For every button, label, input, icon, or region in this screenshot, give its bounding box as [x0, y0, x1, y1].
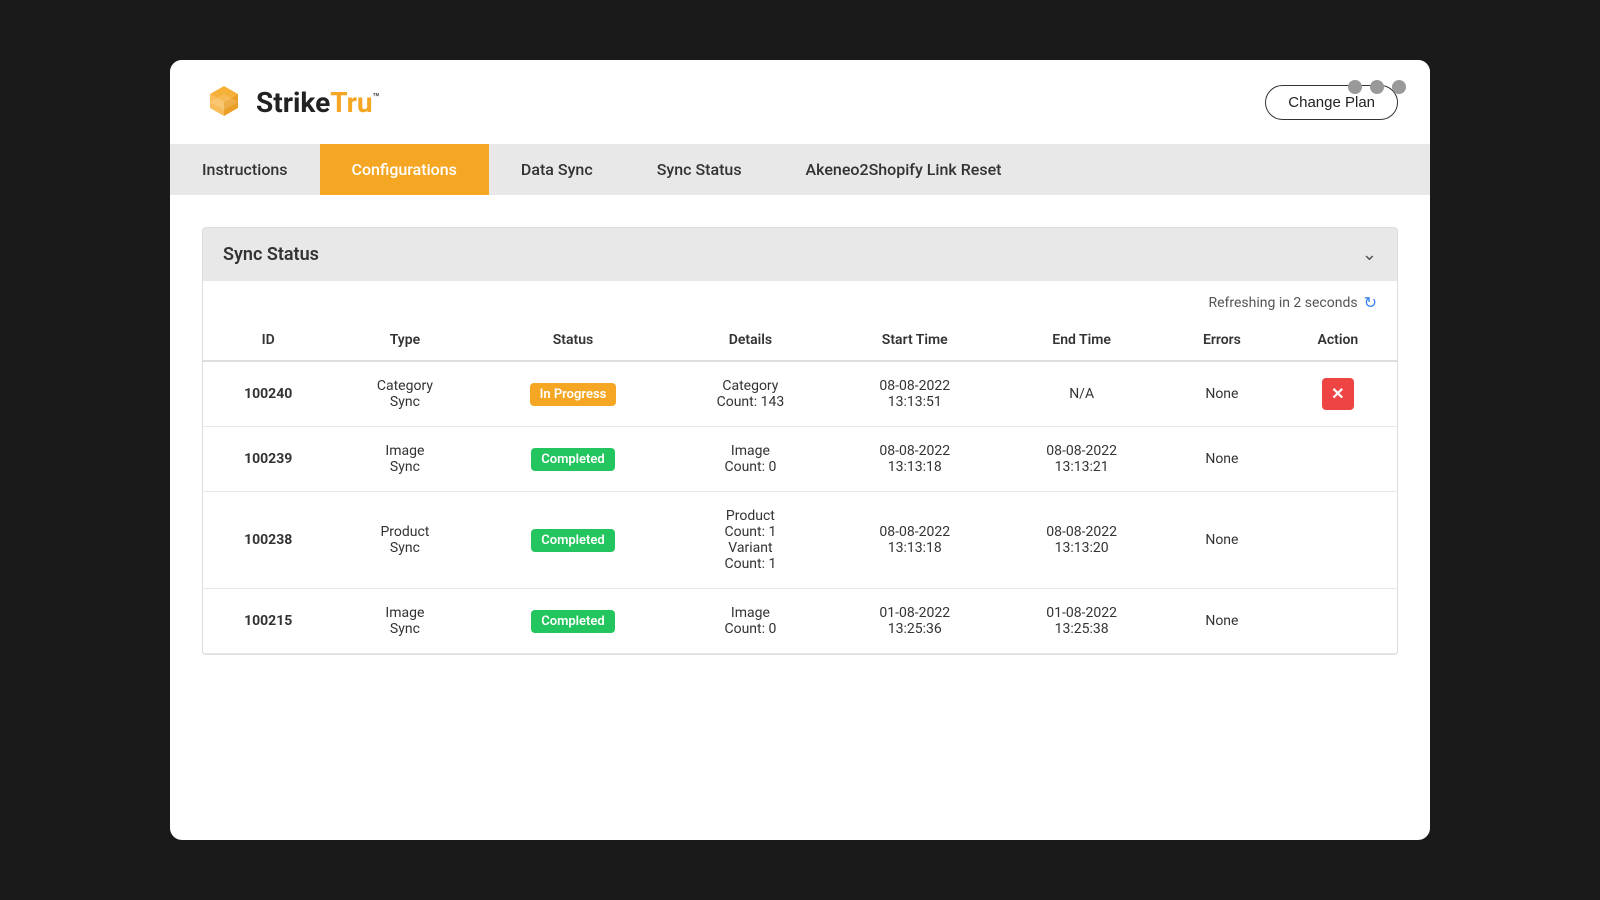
- cell-id: 100238: [203, 492, 333, 589]
- window-controls: [1348, 80, 1406, 94]
- cell-end-time: 01-08-202213:25:38: [998, 589, 1165, 654]
- nav-item-sync-status[interactable]: Sync Status: [625, 144, 774, 195]
- sync-status-card: Sync Status ⌄ Refreshing in 2 seconds ↻ …: [202, 227, 1398, 655]
- cell-id: 100240: [203, 361, 333, 427]
- window-dot-1: [1348, 80, 1362, 94]
- delete-action-button[interactable]: ✕: [1322, 378, 1354, 410]
- cell-end-time: 08-08-202213:13:21: [998, 427, 1165, 492]
- status-badge: Completed: [531, 448, 615, 471]
- logo-icon: [202, 80, 246, 124]
- cell-status: Completed: [476, 492, 669, 589]
- cell-status: In Progress: [476, 361, 669, 427]
- nav-item-akeneo-link-reset[interactable]: Akeneo2Shopify Link Reset: [774, 144, 1034, 195]
- col-header-status: Status: [476, 320, 669, 361]
- cell-details: CategoryCount: 143: [669, 361, 831, 427]
- status-badge: Completed: [531, 610, 615, 633]
- cell-errors: None: [1165, 589, 1279, 654]
- table-row: 100240 CategorySync In Progress Category…: [203, 361, 1397, 427]
- cell-end-time: 08-08-202213:13:20: [998, 492, 1165, 589]
- col-header-errors: Errors: [1165, 320, 1279, 361]
- col-header-action: Action: [1279, 320, 1397, 361]
- cell-action: [1279, 492, 1397, 589]
- status-badge: In Progress: [530, 383, 617, 406]
- cell-details: ImageCount: 0: [669, 427, 831, 492]
- status-badge: Completed: [531, 529, 615, 552]
- cell-details: ProductCount: 1VariantCount: 1: [669, 492, 831, 589]
- cell-start-time: 08-08-202213:13:18: [831, 492, 998, 589]
- cell-type: ProductSync: [333, 492, 476, 589]
- table-header-row: ID Type Status Details Start Time End Ti…: [203, 320, 1397, 361]
- refresh-text: Refreshing in 2 seconds: [1208, 295, 1357, 311]
- chevron-down-icon: ⌄: [1362, 244, 1377, 265]
- col-header-end-time: End Time: [998, 320, 1165, 361]
- navigation: Instructions Configurations Data Sync Sy…: [170, 144, 1430, 195]
- cell-details: ImageCount: 0: [669, 589, 831, 654]
- table-row: 100239 ImageSync Completed ImageCount: 0…: [203, 427, 1397, 492]
- cell-status: Completed: [476, 589, 669, 654]
- cell-errors: None: [1165, 492, 1279, 589]
- cell-start-time: 08-08-202213:13:51: [831, 361, 998, 427]
- cell-end-time: N/A: [998, 361, 1165, 427]
- table-row: 100238 ProductSync Completed ProductCoun…: [203, 492, 1397, 589]
- logo-text: StrikeTru™: [256, 86, 380, 119]
- logo-tm: ™: [373, 90, 381, 104]
- sync-status-header[interactable]: Sync Status ⌄: [203, 228, 1397, 281]
- refresh-bar: Refreshing in 2 seconds ↻: [203, 281, 1397, 320]
- window-dot-3: [1392, 80, 1406, 94]
- cell-start-time: 01-08-202213:25:36: [831, 589, 998, 654]
- main-content: Sync Status ⌄ Refreshing in 2 seconds ↻ …: [170, 195, 1430, 687]
- col-header-start-time: Start Time: [831, 320, 998, 361]
- header: StrikeTru™ Change Plan: [170, 60, 1430, 144]
- col-header-details: Details: [669, 320, 831, 361]
- cell-action: [1279, 427, 1397, 492]
- nav-item-instructions[interactable]: Instructions: [170, 144, 320, 195]
- cell-type: ImageSync: [333, 427, 476, 492]
- sync-status-title: Sync Status: [223, 244, 319, 265]
- cell-type: ImageSync: [333, 589, 476, 654]
- col-header-type: Type: [333, 320, 476, 361]
- table-row: 100215 ImageSync Completed ImageCount: 0…: [203, 589, 1397, 654]
- col-header-id: ID: [203, 320, 333, 361]
- cell-errors: None: [1165, 361, 1279, 427]
- cell-start-time: 08-08-202213:13:18: [831, 427, 998, 492]
- cell-status: Completed: [476, 427, 669, 492]
- cell-action: [1279, 589, 1397, 654]
- nav-item-data-sync[interactable]: Data Sync: [489, 144, 625, 195]
- cell-errors: None: [1165, 427, 1279, 492]
- window-dot-2: [1370, 80, 1384, 94]
- cell-id: 100215: [203, 589, 333, 654]
- logo-area: StrikeTru™: [202, 80, 380, 124]
- nav-item-configurations[interactable]: Configurations: [320, 144, 489, 195]
- cell-type: CategorySync: [333, 361, 476, 427]
- cell-id: 100239: [203, 427, 333, 492]
- main-window: StrikeTru™ Change Plan Instructions Conf…: [170, 60, 1430, 840]
- sync-table: ID Type Status Details Start Time End Ti…: [203, 320, 1397, 654]
- refresh-icon[interactable]: ↻: [1364, 293, 1377, 312]
- cell-action: ✕: [1279, 361, 1397, 427]
